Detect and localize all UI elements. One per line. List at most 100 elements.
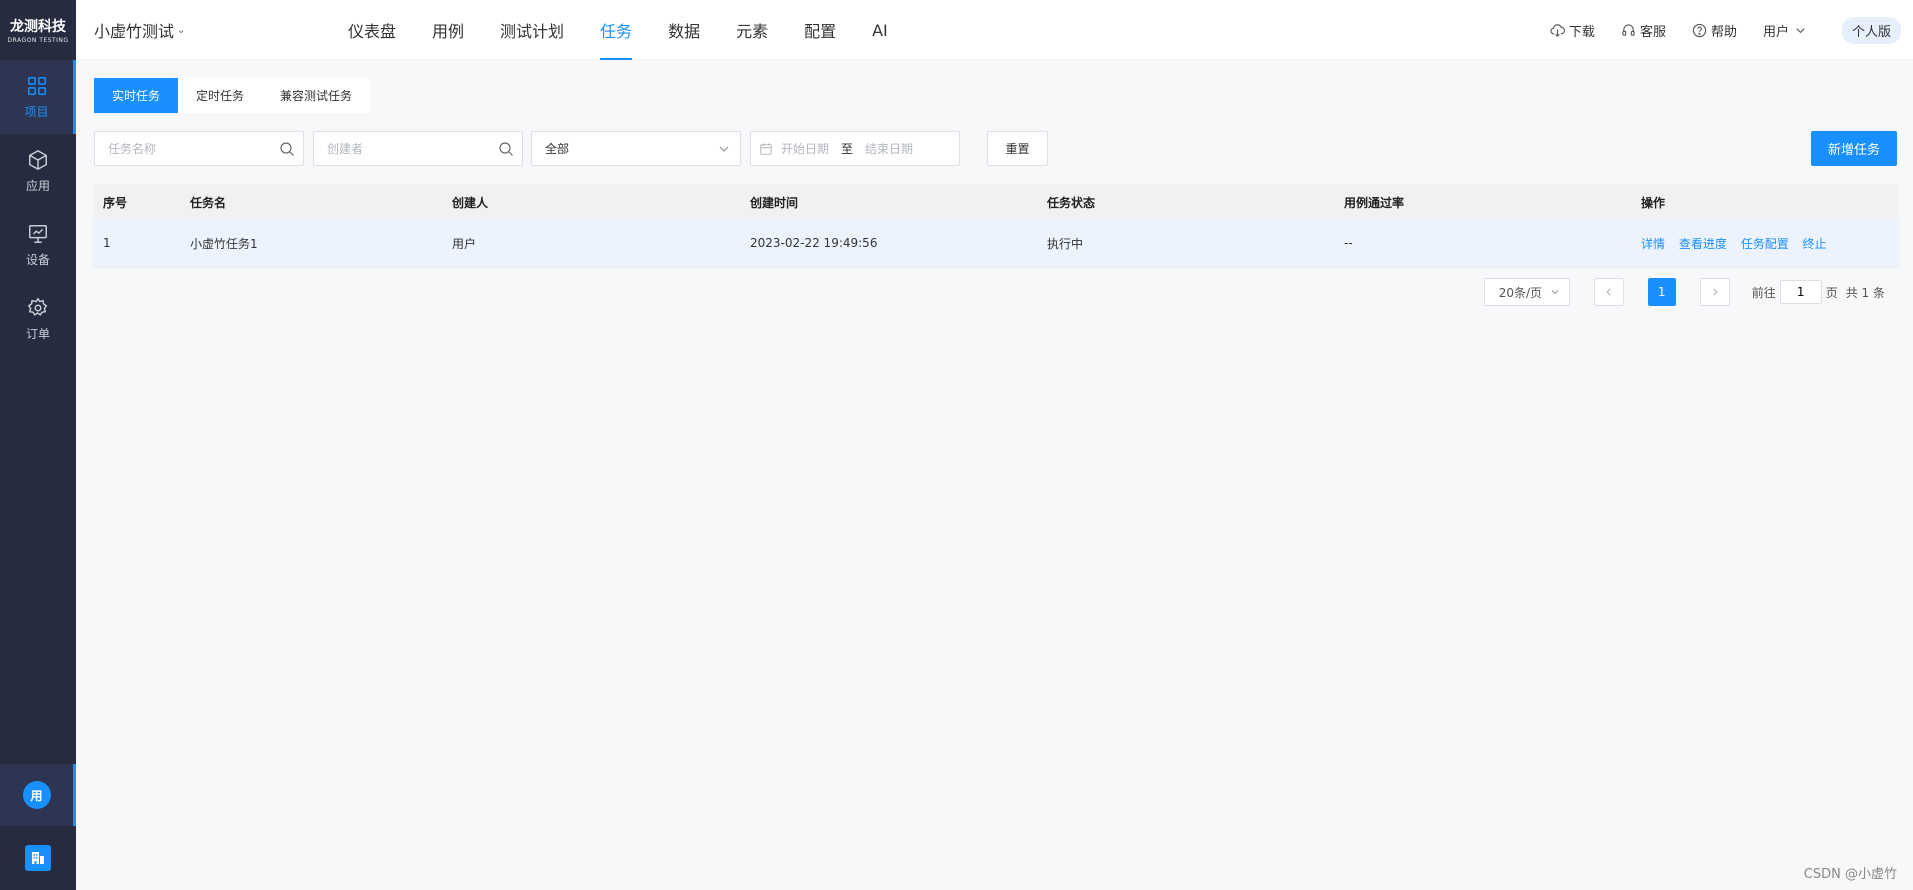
sidebar-item-label: 设备	[25, 252, 50, 267]
next-page-button[interactable]	[1699, 278, 1730, 306]
nav-tasks[interactable]: 任务	[582, 0, 650, 60]
task-status: 执行中	[1047, 236, 1084, 251]
table-header: 序号 任务名 创建人 创建时间 任务状态 用例通过率 操作	[94, 184, 1898, 220]
sidebar-item-label: 订单	[25, 326, 50, 341]
goto-page-input[interactable]	[1779, 280, 1822, 304]
task-name: 小虚竹任务1	[190, 236, 258, 251]
cube-icon	[29, 149, 47, 170]
creator-input[interactable]	[314, 141, 498, 156]
row-index: 1	[103, 236, 111, 250]
nav-data[interactable]: 数据	[650, 0, 718, 60]
help-icon	[1692, 23, 1707, 37]
headset-icon	[1622, 23, 1635, 36]
creator-field	[313, 131, 523, 166]
chevron-down-icon	[719, 146, 729, 152]
task-created-time: 2023-02-22 19:49:56	[750, 236, 878, 250]
detail-link[interactable]: 详情	[1641, 237, 1665, 251]
chevron-down-icon	[1796, 27, 1805, 33]
service-label: 客服	[1639, 24, 1666, 40]
project-selector[interactable]: 小虚竹测试 ⌄	[94, 0, 185, 60]
page-unit-label: 页	[1825, 285, 1838, 300]
date-range-picker[interactable]: 开始日期 至 结束日期	[750, 131, 960, 166]
table-row[interactable]: 1 小虚竹任务1 用户 2023-02-22 19:49:56 执行中 -- 详…	[94, 220, 1898, 266]
project-name: 小虚竹测试	[94, 22, 175, 41]
sidebar-bottom: 用	[0, 764, 76, 890]
nav-test-plan[interactable]: 测试计划	[482, 0, 582, 60]
sidebar: 龙测科技 DRAGON TESTING 项目 应用 设备 订单 用	[0, 0, 76, 890]
total-count: 共 1 条	[1845, 285, 1885, 300]
avatar: 用	[22, 781, 51, 809]
sidebar-item-label: 项目	[24, 104, 49, 119]
nav-elements[interactable]: 元素	[718, 0, 786, 60]
top-bar: 小虚竹测试 ⌄ 仪表盘 用例 测试计划 任务 数据 元素 配置 AI 下载 客服…	[76, 0, 1913, 60]
task-name-field	[94, 131, 304, 166]
chevron-down-icon	[1551, 290, 1559, 295]
search-icon[interactable]	[279, 141, 295, 157]
building-icon	[25, 845, 51, 871]
tab-scheduled[interactable]: 定时任务	[178, 78, 262, 113]
task-pass-rate: --	[1344, 236, 1353, 250]
column-header: 用例通过率	[1344, 195, 1405, 210]
plan-badge[interactable]: 个人版	[1841, 16, 1901, 44]
goto-label: 前往	[1751, 285, 1776, 300]
nav-ai[interactable]: AI	[854, 0, 906, 60]
goto-page: 前往 页	[1752, 280, 1838, 304]
nav-cases[interactable]: 用例	[414, 0, 482, 60]
nav-dashboard[interactable]: 仪表盘	[330, 0, 414, 60]
nav-config[interactable]: 配置	[786, 0, 854, 60]
page-size-select[interactable]: 20条/页	[1483, 278, 1570, 306]
help-button[interactable]: 帮助	[1692, 21, 1737, 40]
organization-button[interactable]	[0, 826, 76, 890]
top-right-actions: 下载 客服 帮助 用户 个人版	[1524, 0, 1901, 60]
search-icon[interactable]	[498, 141, 514, 157]
task-name-input[interactable]	[95, 141, 279, 156]
chevron-right-icon	[1713, 288, 1718, 296]
download-label: 下载	[1568, 24, 1595, 40]
page-number-current[interactable]: 1	[1647, 278, 1676, 306]
grid-icon	[27, 76, 46, 95]
sidebar-item-app[interactable]: 应用	[0, 134, 76, 208]
logo-subtext: DRAGON TESTING	[7, 37, 69, 44]
status-select[interactable]: 全部	[531, 131, 741, 166]
row-actions: 详情 查看进度 任务配置 终止	[1632, 235, 1898, 252]
range-separator: 至	[841, 142, 854, 156]
logo[interactable]: 龙测科技 DRAGON TESTING	[0, 0, 76, 60]
gear-icon	[27, 297, 48, 316]
reset-button[interactable]: 重置	[987, 131, 1048, 166]
task-tabs: 实时任务 定时任务 兼容测试任务	[94, 78, 371, 113]
column-header: 序号	[103, 195, 128, 210]
task-config-link[interactable]: 任务配置	[1741, 237, 1789, 251]
tab-compat[interactable]: 兼容测试任务	[262, 78, 370, 113]
tab-realtime[interactable]: 实时任务	[94, 78, 179, 113]
start-date-input[interactable]: 开始日期	[781, 140, 829, 157]
sidebar-item-order[interactable]: 订单	[0, 282, 76, 356]
monitor-icon	[29, 224, 47, 243]
end-date-input[interactable]: 结束日期	[865, 140, 913, 157]
logo-text: 龙测科技	[10, 19, 66, 35]
user-dropdown[interactable]: 用户	[1763, 21, 1808, 40]
download-button[interactable]: 下载	[1550, 21, 1595, 40]
task-table: 序号 任务名 创建人 创建时间 任务状态 用例通过率 操作 1 小虚竹任务1 用…	[94, 184, 1898, 266]
chevron-down-icon: ⌄	[177, 24, 186, 36]
user-label: 用户	[1762, 24, 1789, 40]
chevron-left-icon	[1606, 288, 1611, 296]
view-progress-link[interactable]: 查看进度	[1679, 237, 1727, 251]
filter-bar: 全部 开始日期 至 结束日期 重置 新增任务	[94, 131, 1897, 166]
main-content: 实时任务 定时任务 兼容测试任务 全部 开始日期 至 结束日期 重置 新增任务 …	[76, 60, 1913, 890]
terminate-link[interactable]: 终止	[1803, 237, 1827, 251]
pagination: 20条/页 1 前往 页 共 1 条	[1483, 278, 1885, 306]
user-menu[interactable]: 用	[0, 764, 76, 826]
page-size-value: 20条/页	[1498, 285, 1543, 300]
add-task-button[interactable]: 新增任务	[1811, 131, 1897, 166]
column-header: 操作	[1641, 195, 1666, 210]
sidebar-item-label: 应用	[25, 178, 50, 193]
sidebar-item-project[interactable]: 项目	[0, 60, 76, 134]
column-header: 创建时间	[750, 195, 799, 210]
sidebar-item-device[interactable]: 设备	[0, 208, 76, 282]
column-header: 创建人	[452, 195, 489, 210]
help-label: 帮助	[1710, 24, 1737, 40]
customer-service-button[interactable]: 客服	[1621, 21, 1666, 40]
column-header: 任务状态	[1047, 195, 1096, 210]
prev-page-button[interactable]	[1593, 278, 1624, 306]
calendar-icon	[760, 142, 772, 155]
